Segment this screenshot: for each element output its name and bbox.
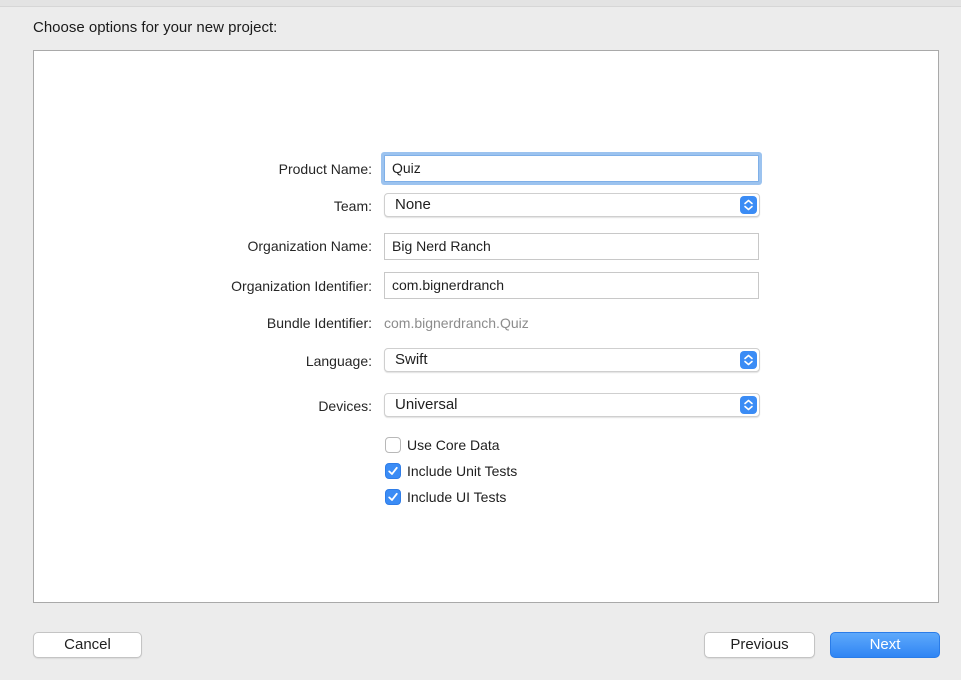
team-popup[interactable]: None (384, 193, 760, 217)
bundle-identifier-label: Bundle Identifier: (266, 315, 372, 331)
include-ui-tests-checkbox[interactable] (385, 489, 401, 505)
include-unit-tests-label: Include Unit Tests (407, 463, 518, 479)
checkmark-icon (388, 466, 398, 475)
page-title: Choose options for your new project: (33, 19, 278, 36)
product-name-field[interactable]: Quiz (384, 155, 759, 182)
use-core-data-checkbox[interactable] (385, 437, 401, 453)
devices-popup[interactable]: Universal (384, 393, 760, 417)
bundle-identifier-value: com.bignerdranch.Quiz (384, 315, 529, 331)
chevron-up-down-icon (740, 351, 757, 369)
include-unit-tests-checkbox[interactable] (385, 463, 401, 479)
next-button[interactable]: Next (830, 632, 940, 658)
language-popup-value: Swift (395, 351, 428, 368)
team-popup-value: None (395, 196, 431, 213)
cancel-button[interactable]: Cancel (33, 632, 142, 658)
organization-name-field[interactable]: Big Nerd Ranch (384, 233, 759, 260)
use-core-data-option[interactable]: Use Core Data (385, 436, 500, 454)
organization-identifier-field[interactable]: com.bignerdranch (384, 272, 759, 299)
checkmark-icon (388, 492, 398, 501)
include-ui-tests-option[interactable]: Include UI Tests (385, 488, 506, 506)
product-name-label: Product Name: (278, 161, 372, 177)
devices-popup-value: Universal (395, 396, 458, 413)
include-ui-tests-label: Include UI Tests (407, 489, 507, 505)
language-label: Language: (305, 353, 372, 369)
include-unit-tests-option[interactable]: Include Unit Tests (385, 462, 517, 480)
use-core-data-label: Use Core Data (407, 437, 500, 453)
devices-label: Devices: (318, 398, 372, 414)
previous-button[interactable]: Previous (704, 632, 815, 658)
organization-identifier-label: Organization Identifier: (231, 278, 372, 294)
chevron-up-down-icon (740, 196, 757, 214)
team-label: Team: (333, 198, 372, 214)
language-popup[interactable]: Swift (384, 348, 760, 372)
chevron-up-down-icon (740, 396, 757, 414)
organization-name-label: Organization Name: (247, 238, 372, 254)
window-top-edge (0, 0, 961, 7)
